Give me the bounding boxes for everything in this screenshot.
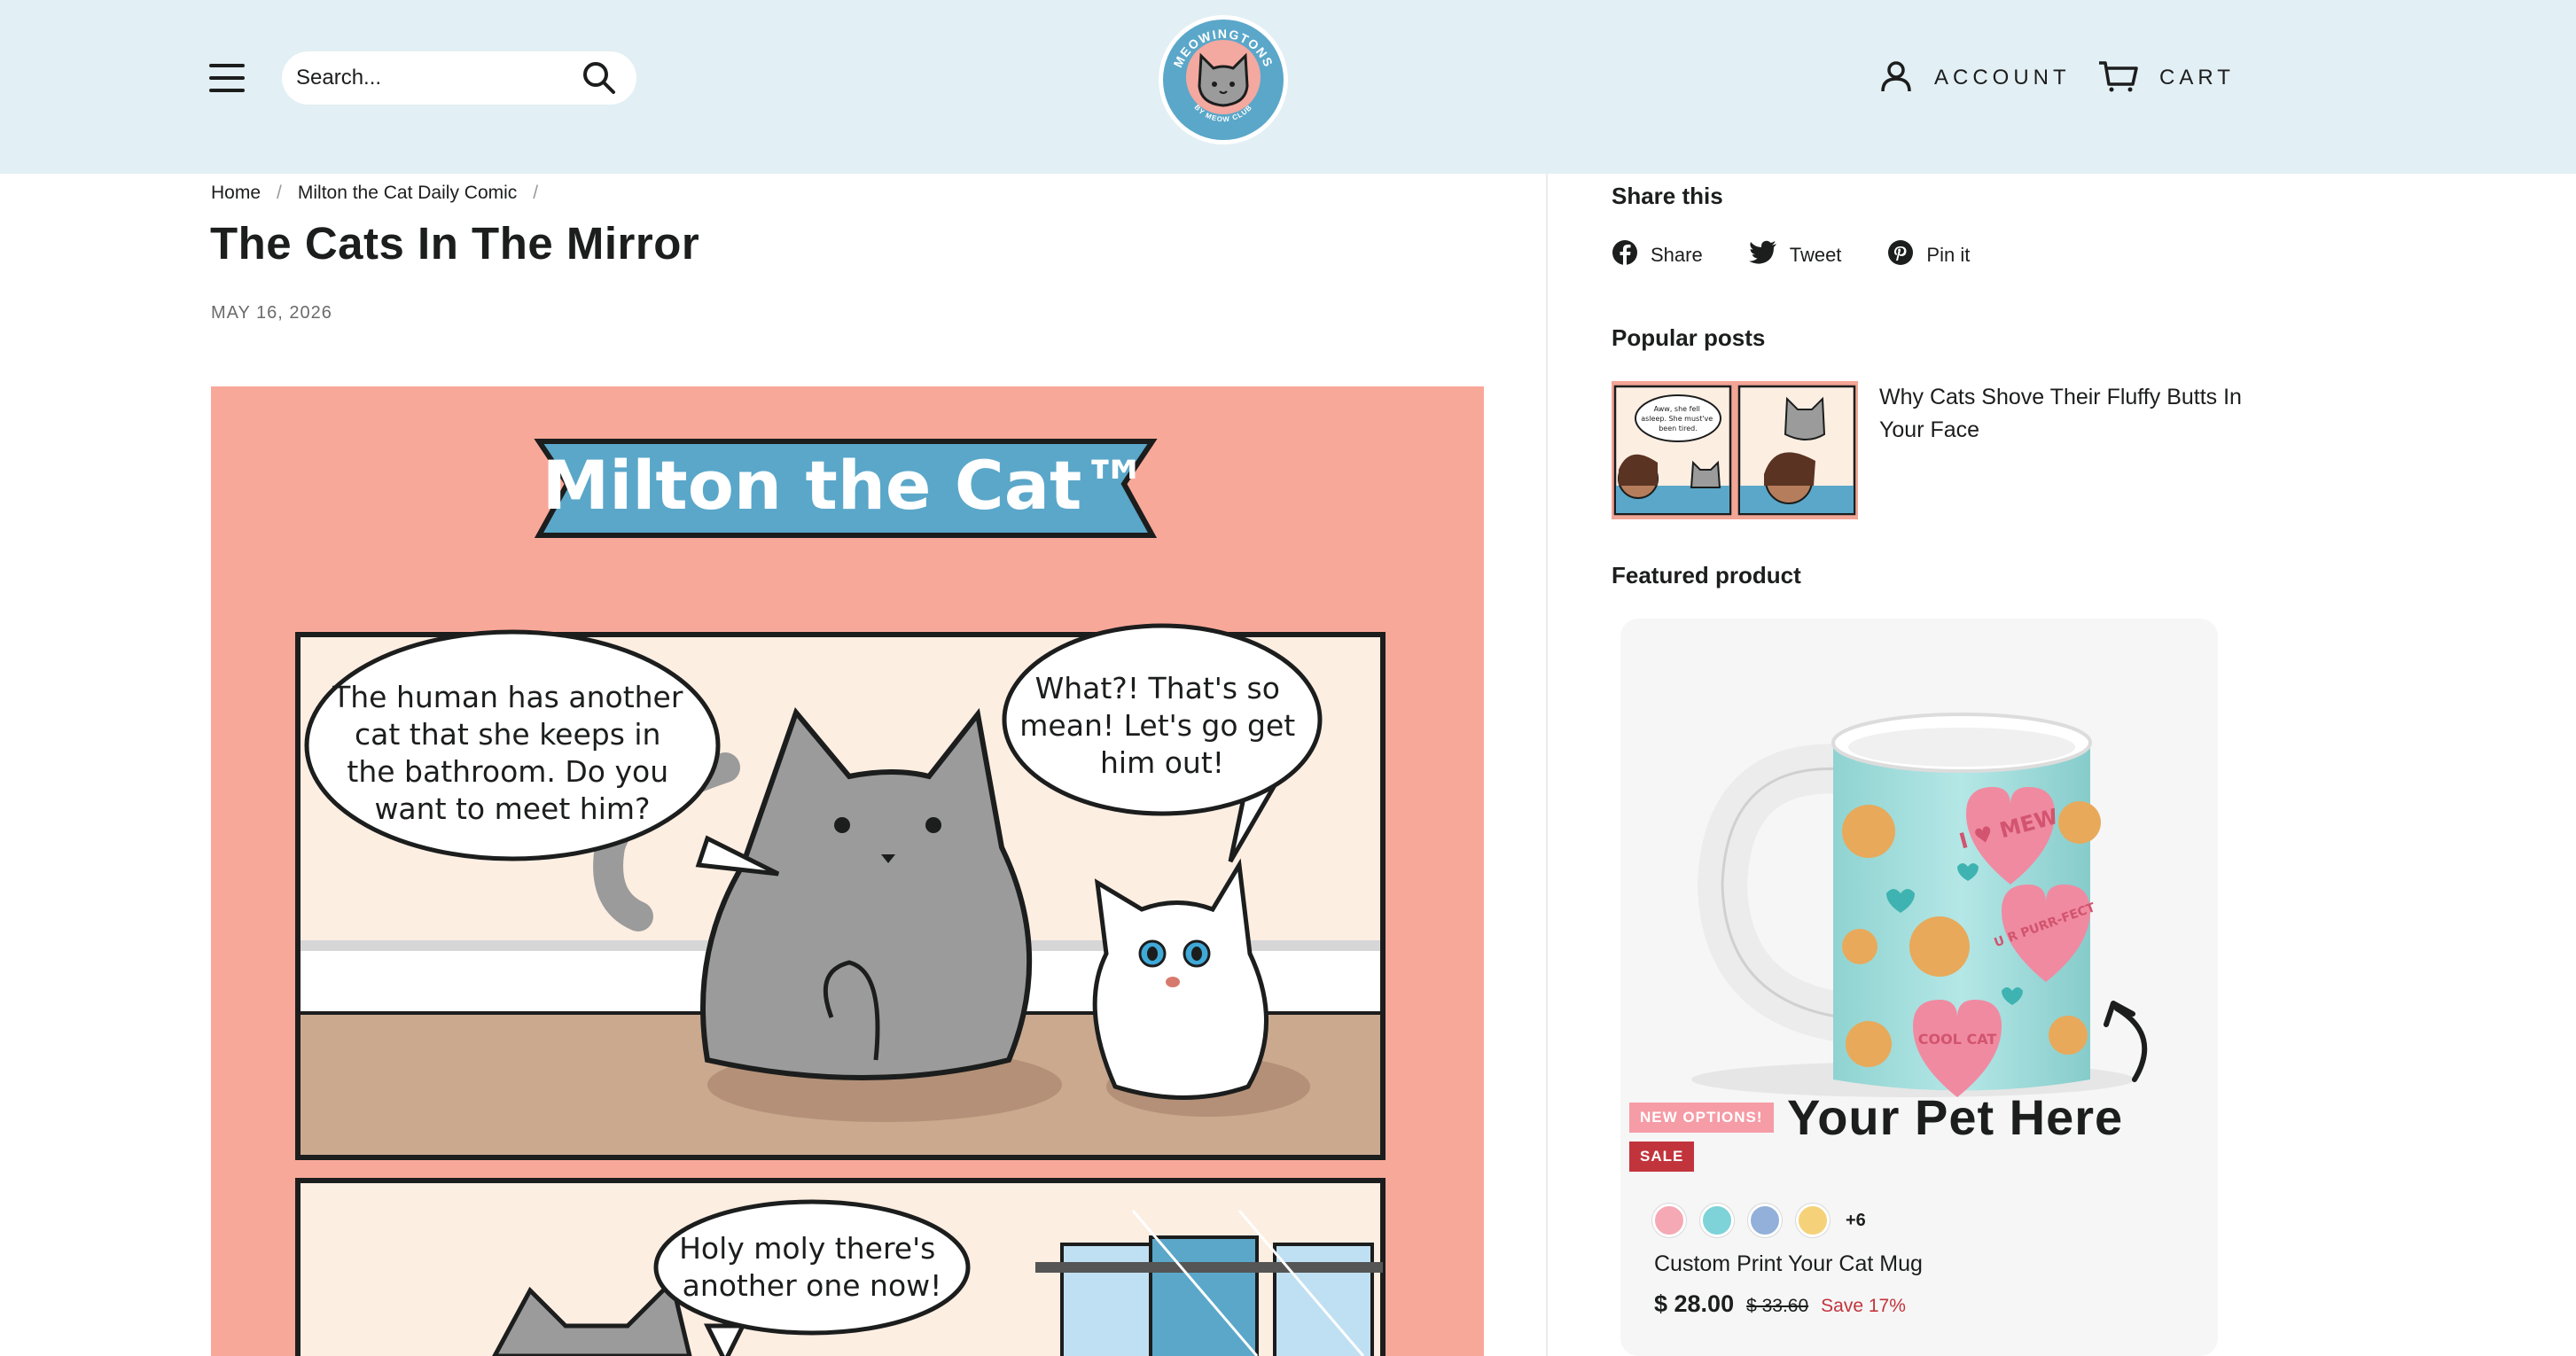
comic-panel-2: Holy moly there's another one now! [295,1178,1386,1356]
more-swatches-count[interactable]: +6 [1846,1211,1866,1231]
new-options-badge: NEW OPTIONS! [1629,1103,1774,1133]
swatch-yellow[interactable] [1796,1204,1830,1237]
share-links: Share Tweet Pin it [1612,239,2016,270]
product-swatches: +6 [1652,1204,1866,1237]
comic-banner-text: Milton the Cat™ [543,446,1150,525]
breadcrumb-separator: / [533,183,539,203]
search-input[interactable] [296,60,562,96]
account-link[interactable]: ACCOUNT [1879,60,2071,96]
swatch-pink[interactable] [1652,1204,1686,1237]
share-pinterest-label: Pin it [1926,243,1971,266]
featured-product-heading: Featured product [1612,562,1801,588]
user-icon [1879,59,1913,97]
twitter-icon [1748,240,1777,269]
share-facebook-label: Share [1651,243,1703,266]
product-image-caption: Your Pet Here [1787,1089,2124,1145]
site-header: MEOWINGTONS BY MEOW CLUB ACCOUNT CART [0,0,2576,174]
share-facebook-link[interactable]: Share [1612,239,1703,270]
hamburger-menu-icon[interactable] [209,64,250,94]
product-price: $ 28.00 [1654,1290,1735,1317]
product-price-row: $ 28.00 $ 33.60 Save 17% [1654,1290,1906,1318]
search-bar [282,51,636,105]
product-title[interactable]: Custom Print Your Cat Mug [1654,1251,1923,1277]
page-title: The Cats In The Mirror [210,218,700,269]
popular-posts-heading: Popular posts [1612,324,1766,351]
cart-icon [2097,59,2138,97]
facebook-icon [1612,239,1638,270]
breadcrumb-home[interactable]: Home [211,183,261,204]
share-heading: Share this [1612,183,1723,209]
product-save-text: Save 17% [1821,1296,1906,1316]
swatch-teal[interactable] [1700,1204,1734,1237]
comic-panel-1: The human has another cat that she keeps… [295,623,1386,1160]
breadcrumb: Home / Milton the Cat Daily Comic / [211,183,554,204]
breadcrumb-blog[interactable]: Milton the Cat Daily Comic [298,183,517,204]
cart-label: CART [2159,66,2235,90]
cart-link[interactable]: CART [2097,60,2235,96]
product-compare-price: $ 33.60 [1746,1296,1809,1316]
share-pinterest-link[interactable]: Pin it [1887,239,1970,270]
mug-heart-3: COOL CAT [1918,1031,1997,1048]
account-label: ACCOUNT [1934,66,2071,90]
swatch-blue[interactable] [1748,1204,1782,1237]
sale-badge: SALE [1629,1142,1695,1172]
mug-product-image: I ♥ MEW U R PURR-FECT COOL CAT [1691,713,2148,1097]
comic-image: Milton the Cat™ The human has another ca… [211,386,1484,1356]
popular-post-title[interactable]: Why Cats Shove Their Fluffy Butts In You… [1879,381,2260,447]
share-twitter-label: Tweet [1789,243,1842,266]
breadcrumb-separator: / [277,183,282,203]
popular-post-thumbnail[interactable]: Aww, she fell asleep. She must've been t… [1612,381,1858,519]
search-icon[interactable] [582,60,617,96]
pinterest-icon [1887,239,1914,270]
share-twitter-link[interactable]: Tweet [1748,240,1842,269]
featured-product-card[interactable]: I ♥ MEW U R PURR-FECT COOL CAT [1620,619,2218,1356]
sidebar-divider [1546,174,1548,1356]
post-date: MAY 16, 2026 [211,303,332,323]
site-logo[interactable]: MEOWINGTONS BY MEOW CLUB [1157,13,1290,146]
